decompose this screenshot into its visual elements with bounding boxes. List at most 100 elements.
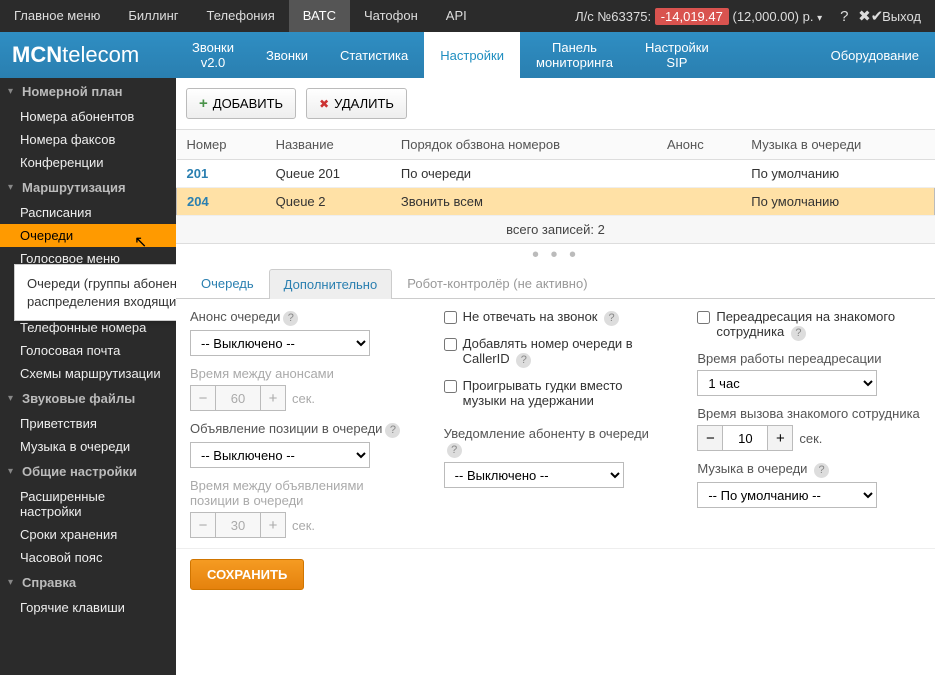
logo: MCNtelecom: [0, 32, 176, 78]
sidebar-item-timezone[interactable]: Часовой пояс: [0, 546, 176, 569]
help-icon[interactable]: ?: [814, 463, 829, 478]
help-icon[interactable]: ?: [516, 353, 531, 368]
sidebar-item-schedules[interactable]: Расписания: [0, 201, 176, 224]
sidebar-group-numberplan[interactable]: ▾Номерной план: [0, 78, 176, 105]
account-info[interactable]: Л/с №63375: -14,019.47 (12,000.00) р. ▾: [575, 9, 832, 24]
sidebar-group-general[interactable]: ▾Общие настройки: [0, 458, 176, 485]
stepper-minus[interactable]: −: [697, 425, 723, 451]
tab-queue[interactable]: Очередь: [186, 268, 269, 298]
col-number[interactable]: Номер: [177, 130, 266, 160]
nav-equipment[interactable]: Оборудование: [815, 32, 935, 78]
form-footer: СОХРАНИТЬ: [176, 548, 935, 600]
pane-splitter[interactable]: • • •: [176, 244, 935, 264]
col-name[interactable]: Название: [266, 130, 391, 160]
stepper-input[interactable]: [216, 512, 260, 538]
cell-order: По очереди: [391, 160, 657, 188]
stepper-familiar-call: − +: [697, 425, 793, 451]
sidebar-item-fax-numbers[interactable]: Номера факсов: [0, 128, 176, 151]
cell-num: 204: [177, 188, 266, 216]
sidebar-item-queues[interactable]: Очереди: [0, 224, 176, 247]
stepper-between-pos: − +: [190, 512, 286, 538]
help-icon[interactable]: ?: [791, 326, 806, 341]
cell-anons: [657, 160, 741, 188]
form-col-3: Переадресация на знакомого сотрудника ? …: [697, 309, 921, 538]
sidebar-group-help[interactable]: ▾Справка: [0, 569, 176, 596]
sidebar-item-routing-schemes[interactable]: Схемы маршрутизации: [0, 362, 176, 385]
sidebar-item-advanced[interactable]: Расширенные настройки: [0, 485, 176, 523]
nav-settings[interactable]: Настройки: [424, 32, 520, 78]
dropdown-caret-icon: ▾: [817, 13, 822, 24]
select-anons[interactable]: -- Выключено --: [190, 330, 370, 356]
nav-monitoring[interactable]: Панель мониторинга: [520, 32, 629, 78]
label-familiar-call: Время вызова знакомого сотрудника: [697, 406, 921, 421]
select-redirect-time[interactable]: 1 час: [697, 370, 877, 396]
label-position: Объявление позиции в очереди?: [190, 421, 414, 438]
stepper-minus[interactable]: −: [190, 512, 216, 538]
cell-name: Queue 2: [266, 188, 391, 216]
tab-additional[interactable]: Дополнительно: [269, 269, 393, 299]
col-music[interactable]: Музыка в очереди: [741, 130, 934, 160]
stepper-plus[interactable]: +: [260, 385, 286, 411]
sidebar-item-subscriber-numbers[interactable]: Номера абонентов: [0, 105, 176, 128]
logout-link[interactable]: Выход: [868, 9, 935, 24]
add-button[interactable]: ДОБАВИТЬ: [186, 88, 296, 119]
col-anons[interactable]: Анонс: [657, 130, 741, 160]
topnav-item-api[interactable]: API: [432, 0, 481, 32]
topnav-item-vats[interactable]: ВАТС: [289, 0, 350, 32]
nav-stats[interactable]: Статистика: [324, 32, 424, 78]
help-icon[interactable]: ?: [832, 8, 850, 25]
sidebar-item-conferences[interactable]: Конференции: [0, 151, 176, 174]
save-button[interactable]: СОХРАНИТЬ: [190, 559, 304, 590]
label-redirect-time: Время работы переадресации: [697, 351, 921, 366]
chk-redirect[interactable]: Переадресация на знакомого сотрудника ?: [697, 309, 921, 341]
sidebar-group-sounds[interactable]: ▾Звуковые файлы: [0, 385, 176, 412]
balance-negative: -14,019.47: [655, 8, 729, 25]
help-icon[interactable]: ?: [604, 311, 619, 326]
table-row[interactable]: 201 Queue 201 По очереди По умолчанию: [177, 160, 935, 188]
unit-sec: сек.: [292, 391, 315, 406]
topnav-item-chatophone[interactable]: Чатофон: [350, 0, 432, 32]
nav-sip[interactable]: Настройки SIP: [629, 32, 725, 78]
stepper-input[interactable]: [723, 425, 767, 451]
sidebar-item-hotkeys[interactable]: Горячие клавиши: [0, 596, 176, 619]
sidebar-item-hold-music[interactable]: Музыка в очереди: [0, 435, 176, 458]
stepper-minus[interactable]: −: [190, 385, 216, 411]
sidebar-item-retention[interactable]: Сроки хранения: [0, 523, 176, 546]
label-between-anons: Время между анонсами: [190, 366, 414, 381]
stepper-input[interactable]: [216, 385, 260, 411]
main-nav: MCNtelecom Звонки v2.0 Звонки Статистика…: [0, 32, 935, 78]
col-order[interactable]: Порядок обзвона номеров: [391, 130, 657, 160]
label-music: Музыка в очереди ?: [697, 461, 921, 478]
nav-calls-v2[interactable]: Звонки v2.0: [176, 32, 250, 78]
chk-beeps[interactable]: Проигрывать гудки вместо музыки на удерж…: [444, 378, 668, 408]
help-icon[interactable]: ?: [447, 443, 462, 458]
topnav-item-main[interactable]: Главное меню: [0, 0, 114, 32]
select-music[interactable]: -- По умолчанию --: [697, 482, 877, 508]
select-position[interactable]: -- Выключено --: [190, 442, 370, 468]
form-col-1: Анонс очереди? -- Выключено -- Время меж…: [190, 309, 414, 538]
nav-calls[interactable]: Звонки: [250, 32, 324, 78]
tools-icon[interactable]: ✖✔: [850, 7, 868, 25]
label-notify: Уведомление абоненту в очереди ?: [444, 426, 668, 458]
sidebar-group-routing[interactable]: ▾Маршрутизация: [0, 174, 176, 201]
stepper-plus[interactable]: +: [767, 425, 793, 451]
detail-tabs: Очередь Дополнительно Робот-контролёр (н…: [176, 268, 935, 299]
chk-add-callerid[interactable]: Добавлять номер очереди в CallerID ?: [444, 336, 668, 368]
topnav-item-billing[interactable]: Биллинг: [114, 0, 192, 32]
table-row[interactable]: 204 Queue 2 Звонить всем По умолчанию: [177, 188, 935, 216]
tab-robot[interactable]: Робот-контролёр (не активно): [392, 268, 602, 298]
sidebar-tooltip: Очереди (группы абонентов) для распредел…: [14, 264, 176, 321]
help-icon[interactable]: ?: [385, 423, 400, 438]
topnav-item-telephony[interactable]: Телефония: [193, 0, 289, 32]
sidebar-item-voicemail[interactable]: Голосовая почта: [0, 339, 176, 362]
cell-num: 201: [177, 160, 266, 188]
help-icon[interactable]: ?: [283, 311, 298, 326]
queues-table: Номер Название Порядок обзвона номеров А…: [176, 130, 935, 216]
sidebar-item-greetings[interactable]: Приветствия: [0, 412, 176, 435]
stepper-plus[interactable]: +: [260, 512, 286, 538]
top-bar: Главное меню Биллинг Телефония ВАТС Чато…: [0, 0, 935, 32]
delete-button[interactable]: УДАЛИТЬ: [306, 88, 407, 119]
select-notify[interactable]: -- Выключено --: [444, 462, 624, 488]
sidebar: ▾Номерной план Номера абонентов Номера ф…: [0, 78, 176, 675]
chk-no-answer[interactable]: Не отвечать на звонок ?: [444, 309, 668, 326]
